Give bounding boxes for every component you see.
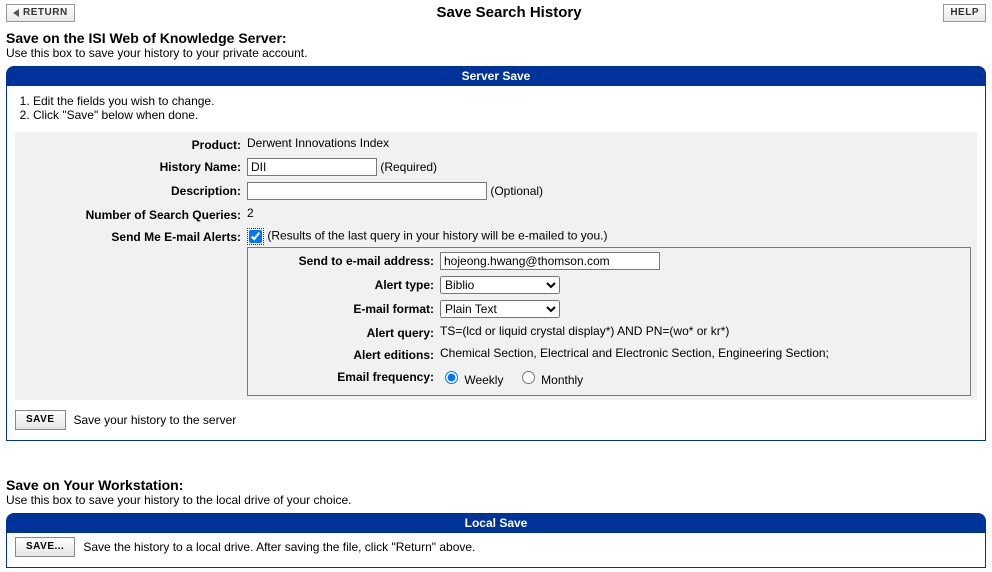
local-save-banner: Local Save xyxy=(6,513,986,533)
instruction-1: Edit the fields you wish to change. xyxy=(33,94,977,108)
server-save-heading: Save on the ISI Web of Knowledge Server: xyxy=(6,30,986,46)
freq-weekly-radio[interactable] xyxy=(445,371,458,384)
page-title: Save Search History xyxy=(436,4,581,22)
server-save-banner: Server Save xyxy=(6,66,986,86)
description-input[interactable] xyxy=(247,182,487,200)
email-frequency-label: Email frequency: xyxy=(254,368,434,387)
local-save-button[interactable]: SAVE... xyxy=(15,537,75,557)
server-save-subtext: Use this box to save your history to you… xyxy=(6,46,986,60)
email-alerts-note: (Results of the last query in your histo… xyxy=(267,229,607,243)
query-count-value: 2 xyxy=(247,206,971,222)
server-save-button[interactable]: SAVE xyxy=(15,410,66,430)
local-save-note: Save the history to a local drive. After… xyxy=(83,540,475,554)
freq-monthly-label: Monthly xyxy=(541,373,583,387)
help-label: HELP xyxy=(950,8,979,18)
product-label: Product: xyxy=(21,136,241,152)
return-button[interactable]: RETURN xyxy=(6,4,75,22)
email-format-select[interactable]: Plain Text xyxy=(440,300,560,318)
freq-weekly-label: Weekly xyxy=(464,373,503,387)
alert-editions-label: Alert editions: xyxy=(254,346,434,362)
product-value: Derwent Innovations Index xyxy=(247,136,971,152)
email-format-label: E-mail format: xyxy=(254,300,434,318)
alert-type-label: Alert type: xyxy=(254,276,434,294)
description-optional: (Optional) xyxy=(490,184,543,198)
freq-monthly-option[interactable]: Monthly xyxy=(517,373,583,387)
alert-type-select[interactable]: Biblio xyxy=(440,276,560,294)
email-alerts-label: Send Me E-mail Alerts: xyxy=(21,228,241,396)
query-count-label: Number of Search Queries: xyxy=(21,206,241,222)
freq-weekly-option[interactable]: Weekly xyxy=(440,373,503,387)
local-save-subtext: Use this box to save your history to the… xyxy=(6,493,986,507)
alert-query-value: TS=(lcd or liquid crystal display*) AND … xyxy=(440,324,964,340)
sendto-label: Send to e-mail address: xyxy=(254,252,434,270)
local-save-heading: Save on Your Workstation: xyxy=(6,477,986,493)
instruction-2: Click "Save" below when done. xyxy=(33,108,977,122)
history-name-required: (Required) xyxy=(380,160,437,174)
sendto-input[interactable] xyxy=(440,252,660,270)
freq-monthly-radio[interactable] xyxy=(522,371,535,384)
help-button[interactable]: HELP xyxy=(943,4,986,22)
alert-query-label: Alert query: xyxy=(254,324,434,340)
return-label: RETURN xyxy=(23,8,68,18)
alert-editions-value: Chemical Section, Electrical and Electro… xyxy=(440,346,964,362)
email-alerts-checkbox[interactable] xyxy=(249,230,262,243)
server-save-note: Save your history to the server xyxy=(74,413,237,427)
back-arrow-icon xyxy=(13,9,19,17)
history-name-label: History Name: xyxy=(21,158,241,176)
description-label: Description: xyxy=(21,182,241,200)
history-name-input[interactable] xyxy=(247,158,377,176)
